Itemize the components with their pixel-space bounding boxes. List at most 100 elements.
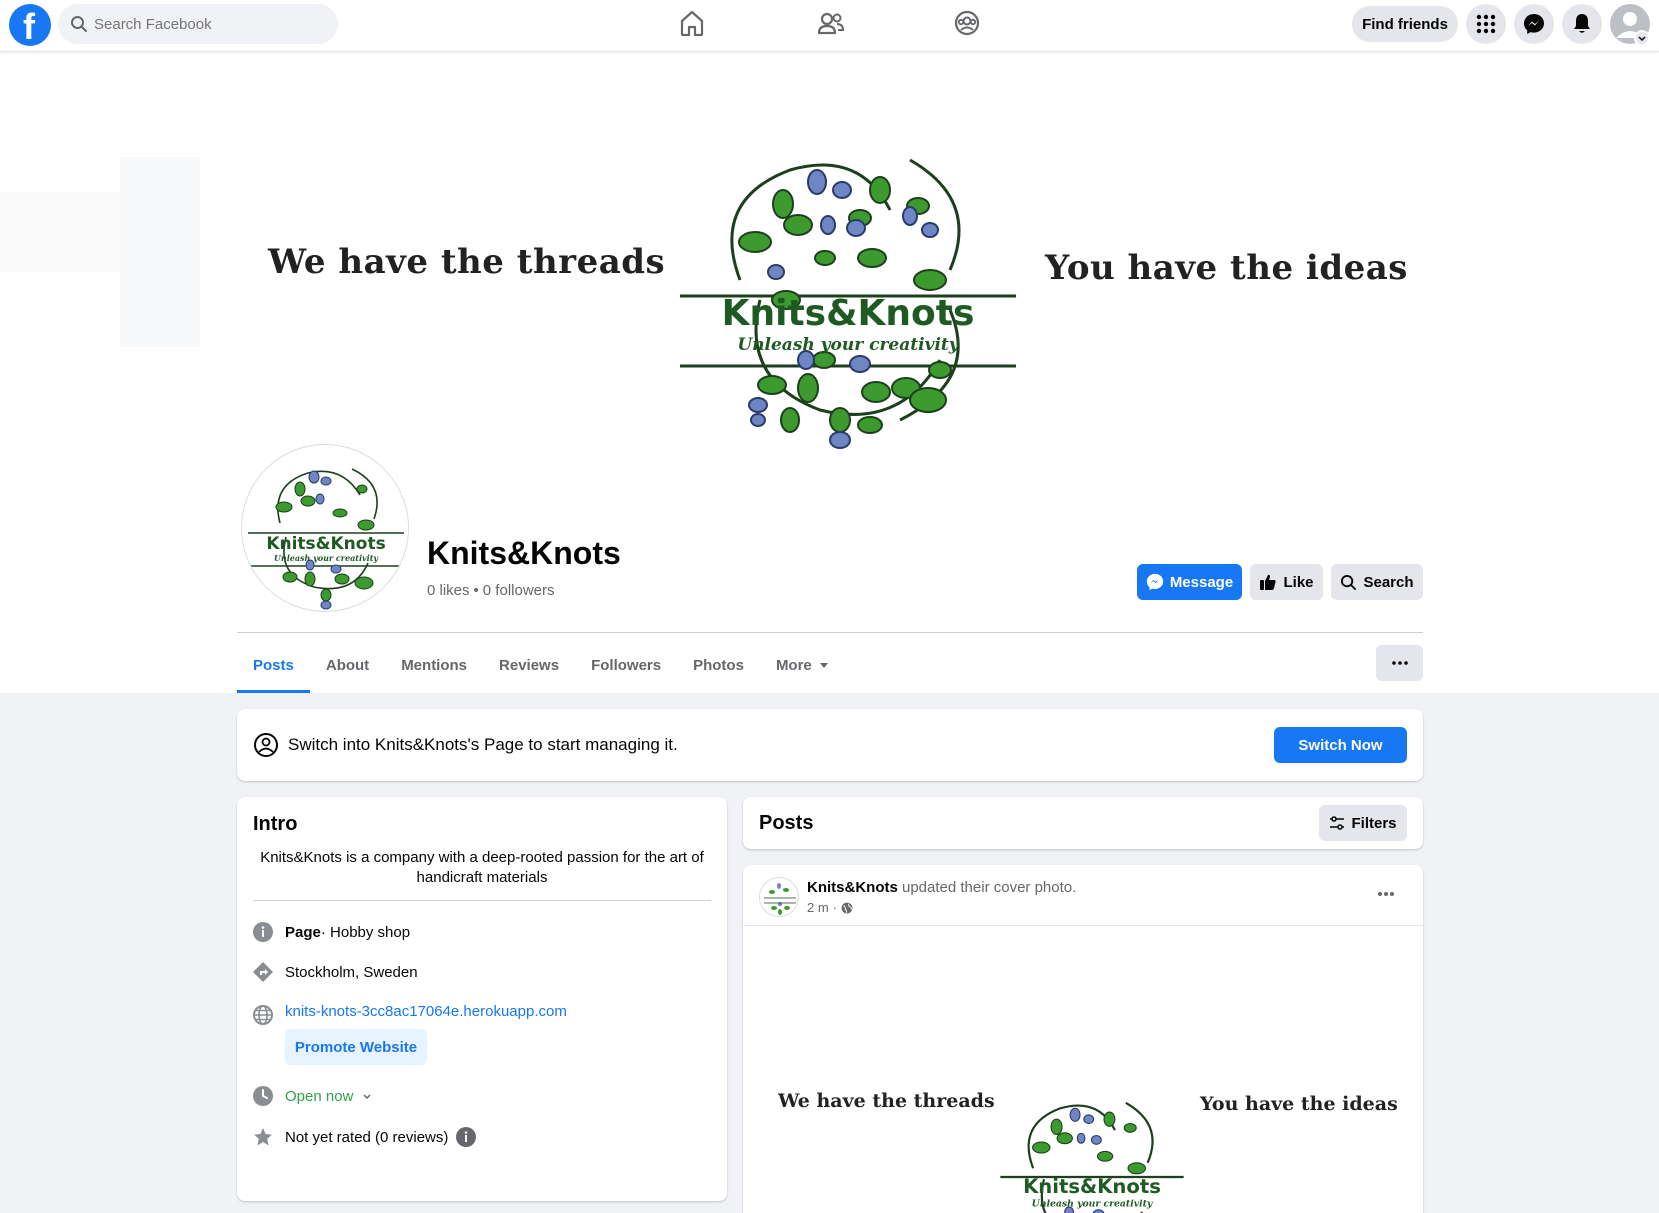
post-avatar-logo-icon xyxy=(764,883,796,915)
post-action-text: updated their cover photo. xyxy=(897,879,1077,896)
intro-location-row: Stockholm, Sweden xyxy=(253,962,418,982)
cover-photo[interactable]: We have the threads You have the ideas K… xyxy=(0,52,1659,452)
search-icon xyxy=(71,16,87,32)
cover-logo-tagline: Unleash your creativity xyxy=(737,335,959,355)
chevron-down-icon xyxy=(1638,36,1646,42)
intro-bio: Knits&Knots is a company with a deep-roo… xyxy=(260,849,704,886)
filters-label: Filters xyxy=(1351,814,1397,832)
cover-left-text: We have the threads xyxy=(268,242,666,282)
find-friends-button[interactable]: Find friends xyxy=(1352,6,1458,42)
stats-separator: • xyxy=(473,582,479,599)
intro-category-row: Page · Hobby shop xyxy=(253,922,410,942)
intro-divider xyxy=(253,900,711,901)
post-logo-tagline: Unleash your creativity xyxy=(1032,1198,1153,1209)
post-cover-image[interactable]: We have the threads You have the ideas K… xyxy=(743,926,1423,1213)
post-time[interactable]: 2 m xyxy=(807,900,829,915)
tab-more-label: More xyxy=(775,656,812,674)
search-icon xyxy=(1341,574,1357,590)
globe-icon xyxy=(253,1005,273,1025)
posts-header-card: Posts Filters xyxy=(743,797,1423,849)
chevron-down-icon[interactable] xyxy=(361,1090,373,1102)
switch-page-text: Switch into Knits&Knots's Page to start … xyxy=(288,735,678,754)
menu-grid-icon xyxy=(1476,14,1496,34)
directions-icon xyxy=(253,962,273,982)
messenger-button[interactable] xyxy=(1514,4,1554,44)
caret-down-icon xyxy=(819,663,828,668)
tab-followers[interactable]: Followers xyxy=(575,637,677,693)
messenger-icon xyxy=(1524,14,1544,34)
profile-logo-tagline: Unleash your creativity xyxy=(274,553,379,563)
intro-title: Intro xyxy=(253,813,298,835)
post-image-logo-icon: Knits&Knots Unleash your creativity xyxy=(1000,1101,1184,1213)
cover-logo-name: Knits&Knots xyxy=(722,293,975,334)
message-button[interactable]: Message xyxy=(1137,564,1242,600)
intro-open-now[interactable]: Open now xyxy=(285,1088,353,1105)
switch-page-banner: Switch into Knits&Knots's Page to start … xyxy=(237,709,1423,781)
groups-icon[interactable] xyxy=(953,8,981,38)
intro-category: · Hobby shop xyxy=(320,923,411,941)
followers-count[interactable]: 0 followers xyxy=(483,582,555,599)
more-options-button[interactable] xyxy=(1376,645,1423,681)
search-input[interactable] xyxy=(94,4,324,44)
tab-photos[interactable]: Photos xyxy=(677,637,760,693)
more-dots-icon xyxy=(1391,661,1408,665)
promote-website-button[interactable]: Promote Website xyxy=(285,1029,427,1065)
intro-website-row: knits-knots-3cc8ac17064e.herokuapp.com xyxy=(253,997,567,1025)
friends-icon[interactable] xyxy=(817,8,845,38)
post-author-avatar[interactable] xyxy=(759,877,799,917)
cover-shade-far-left xyxy=(0,192,120,272)
like-button[interactable]: Like xyxy=(1250,564,1323,600)
intro-website-link[interactable]: knits-knots-3cc8ac17064e.herokuapp.com xyxy=(285,1003,567,1020)
tab-posts[interactable]: Posts xyxy=(237,637,310,693)
likes-count[interactable]: 0 likes xyxy=(427,582,470,599)
intro-rating: Not yet rated (0 reviews) xyxy=(285,1128,449,1146)
clock-icon xyxy=(253,1086,273,1106)
search-label: Search xyxy=(1363,573,1414,591)
tab-mentions[interactable]: Mentions xyxy=(385,637,483,693)
info-icon xyxy=(253,922,273,942)
filters-icon xyxy=(1330,816,1345,830)
intro-card: Intro Knits&Knots is a company with a de… xyxy=(237,797,727,1201)
menu-button[interactable] xyxy=(1466,4,1506,44)
home-icon[interactable] xyxy=(679,8,705,38)
switch-now-button[interactable]: Switch Now xyxy=(1274,727,1407,763)
page-stats: 0 likes • 0 followers xyxy=(427,582,555,599)
search-box[interactable] xyxy=(58,4,338,44)
cover-shade-left xyxy=(120,157,200,347)
page-tabs: Posts About Mentions Reviews Followers P… xyxy=(237,637,846,693)
profile-logo-name: Knits&Knots xyxy=(266,534,385,554)
post-image-left-text: We have the threads xyxy=(778,1090,995,1112)
intro-location: Stockholm, Sweden xyxy=(285,963,418,981)
profile-picture[interactable]: Knits&Knots Unleash your creativity xyxy=(241,444,409,612)
message-label: Message xyxy=(1169,573,1234,591)
tab-reviews[interactable]: Reviews xyxy=(483,637,575,693)
post-logo-name: Knits&Knots xyxy=(1023,1175,1161,1198)
top-navigation-bar: f Find friends xyxy=(0,0,1659,52)
star-icon xyxy=(254,1128,272,1146)
tab-more[interactable]: More xyxy=(760,637,846,693)
profile-logo-icon: Knits&Knots Unleash your creativity xyxy=(248,468,404,610)
info-icon[interactable] xyxy=(456,1127,477,1147)
facebook-logo-icon[interactable]: f xyxy=(9,4,51,47)
messenger-icon xyxy=(1146,573,1163,591)
account-menu-button[interactable] xyxy=(1634,30,1650,46)
intro-page-label: Page xyxy=(285,923,321,941)
header-divider xyxy=(237,632,1423,633)
cover-right-text: You have the ideas xyxy=(1045,248,1408,288)
page-search-button[interactable]: Search xyxy=(1331,564,1423,600)
post-author-name[interactable]: Knits&Knots xyxy=(807,879,898,896)
like-label: Like xyxy=(1283,573,1314,591)
post-meta: 2 m · xyxy=(807,900,853,915)
post-options-button[interactable] xyxy=(1377,881,1395,902)
bell-icon xyxy=(1574,14,1590,33)
knits-knots-logo-icon: Knits&Knots Unleash your creativity xyxy=(680,158,1016,449)
post-header-line: Knits&Knots updated their cover photo. xyxy=(807,879,1076,896)
post-card: Knits&Knots updated their cover photo. 2… xyxy=(743,865,1423,1213)
filters-button[interactable]: Filters xyxy=(1319,805,1407,841)
globe-icon xyxy=(841,902,853,913)
post-meta-dot: · xyxy=(832,900,838,915)
notifications-button[interactable] xyxy=(1562,4,1602,44)
more-dots-icon xyxy=(1378,892,1394,896)
tab-about[interactable]: About xyxy=(310,637,385,693)
page-title: Knits&Knots xyxy=(427,535,621,571)
